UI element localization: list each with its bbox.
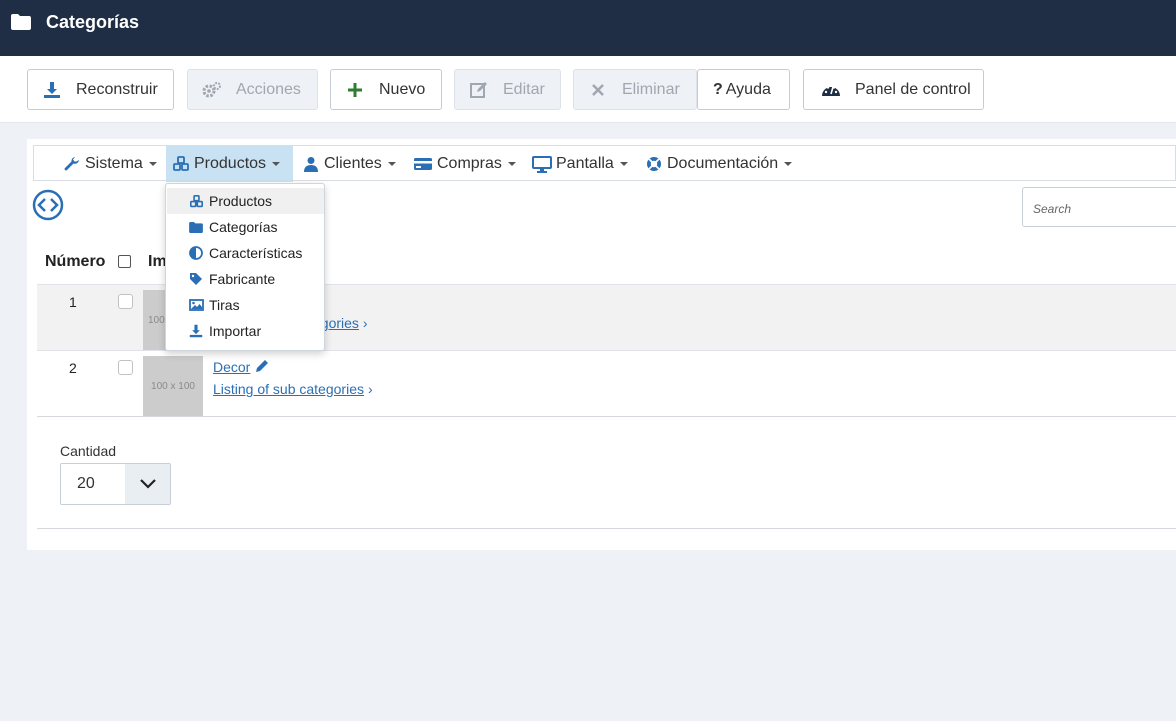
- help-label: Ayuda: [725, 80, 771, 98]
- subcategories-link-text: Listing of sub categories: [213, 381, 364, 397]
- caret-down-icon: [148, 162, 157, 166]
- row-number: 1: [69, 294, 77, 310]
- edit-label: Editar: [503, 80, 545, 98]
- edit-icon: [469, 80, 489, 100]
- dashboard-icon: [821, 80, 841, 100]
- pencil-icon[interactable]: [254, 358, 270, 374]
- dropdown-item-importar[interactable]: Importar: [167, 318, 324, 344]
- dropdown-item-productos[interactable]: Productos: [167, 188, 324, 214]
- help-button[interactable]: ? Ayuda: [697, 69, 790, 110]
- desktop-icon: [531, 155, 552, 173]
- menu-pantalla[interactable]: Pantalla: [525, 146, 634, 182]
- category-thumbnail: 100 x 100: [143, 356, 203, 416]
- menu-pantalla-label: Pantalla: [556, 155, 614, 172]
- quantity-label: Cantidad: [60, 443, 117, 459]
- thumbnail-label: 100 x 100: [151, 380, 195, 392]
- row-checkbox[interactable]: [118, 294, 133, 309]
- download-icon: [42, 80, 62, 100]
- dropdown-item-label: Productos: [209, 193, 273, 209]
- download-icon: [188, 323, 204, 339]
- user-icon: [302, 155, 320, 173]
- caret-down-icon: [784, 162, 793, 166]
- card-divider: [37, 528, 1176, 529]
- column-header-image: Im: [148, 253, 167, 270]
- rebuild-button[interactable]: Reconstruir: [27, 69, 174, 110]
- productos-dropdown: Productos Categorías Características Fab…: [165, 183, 325, 351]
- menu-sistema[interactable]: Sistema: [57, 146, 163, 182]
- dropdown-item-categorias[interactable]: Categorías: [167, 214, 324, 240]
- column-header-number: Número: [45, 253, 106, 270]
- select-all-checkbox[interactable]: [118, 255, 131, 268]
- subcategories-link[interactable]: Listing of sub categories ›: [213, 381, 373, 397]
- category-name-link[interactable]: Decor: [213, 359, 250, 375]
- cubes-icon: [188, 193, 204, 209]
- quantity-select[interactable]: 20: [60, 463, 171, 505]
- menu-compras-label: Compras: [437, 155, 502, 172]
- dropdown-item-label: Importar: [209, 323, 262, 339]
- menu-productos-label: Productos: [194, 155, 267, 172]
- actions-label: Acciones: [236, 80, 301, 98]
- table-divider: [37, 416, 1176, 417]
- caret-down-icon: [507, 162, 516, 166]
- actions-button[interactable]: Acciones: [187, 69, 318, 110]
- adjust-icon: [188, 245, 204, 261]
- app-header: Categorías: [0, 0, 1176, 56]
- plus-icon: [345, 80, 365, 100]
- cubes-icon: [172, 155, 190, 173]
- credit-card-icon: [413, 155, 433, 173]
- search-input[interactable]: Search: [1022, 187, 1176, 227]
- image-icon: [188, 297, 204, 313]
- control-panel-button[interactable]: Panel de control: [803, 69, 984, 110]
- dropdown-item-label: Tiras: [209, 297, 240, 313]
- menu-documentacion-label: Documentación: [667, 155, 779, 172]
- tag-icon: [188, 271, 204, 287]
- row-checkbox[interactable]: [118, 360, 133, 375]
- new-button[interactable]: Nuevo: [330, 69, 442, 110]
- dropdown-item-label: Categorías: [209, 219, 278, 235]
- main-menu: Sistema Productos Clientes Compras Panta…: [33, 145, 1176, 182]
- dropdown-item-caracteristicas[interactable]: Características: [167, 240, 324, 266]
- folder-icon: [188, 219, 204, 235]
- dropdown-item-fabricante[interactable]: Fabricante: [167, 266, 324, 292]
- menu-productos[interactable]: Productos: [166, 146, 293, 182]
- rebuild-label: Reconstruir: [76, 80, 158, 98]
- close-icon: [588, 80, 608, 100]
- delete-label: Eliminar: [622, 80, 680, 98]
- wrench-icon: [63, 155, 81, 173]
- page-title: Categorías: [46, 12, 140, 32]
- menu-documentacion[interactable]: Documentación: [639, 146, 798, 182]
- dropdown-item-tiras[interactable]: Tiras: [167, 292, 324, 318]
- control-panel-label: Panel de control: [855, 80, 971, 98]
- caret-down-icon: [387, 162, 396, 166]
- chevron-right-icon: ›: [362, 315, 368, 331]
- menu-sistema-label: Sistema: [85, 155, 143, 172]
- quantity-value: 20: [77, 475, 95, 492]
- caret-down-icon: [272, 162, 281, 166]
- chevron-down-icon: [125, 464, 170, 504]
- gears-icon: [202, 80, 222, 100]
- delete-button[interactable]: Eliminar: [573, 69, 697, 110]
- lifebuoy-icon: [645, 155, 663, 173]
- code-toggle-icon[interactable]: [32, 189, 64, 221]
- edit-button[interactable]: Editar: [454, 69, 561, 110]
- menu-clientes[interactable]: Clientes: [296, 146, 402, 182]
- row-number: 2: [69, 360, 77, 376]
- new-label: Nuevo: [379, 80, 426, 98]
- chevron-right-icon: ›: [367, 381, 373, 397]
- toolbar: Reconstruir Acciones Nuevo Editar Elimin…: [0, 56, 1176, 123]
- table-row: 2 100 x 100 Decor Listing of sub categor…: [37, 350, 1176, 416]
- dropdown-item-label: Características: [209, 245, 303, 261]
- dropdown-item-label: Fabricante: [209, 271, 276, 287]
- folder-icon: [11, 14, 31, 30]
- menu-clientes-label: Clientes: [324, 155, 382, 172]
- question-icon: ?: [713, 80, 723, 98]
- thumbnail-label: 100: [148, 314, 165, 326]
- menu-compras[interactable]: Compras: [407, 146, 522, 182]
- caret-down-icon: [619, 162, 628, 166]
